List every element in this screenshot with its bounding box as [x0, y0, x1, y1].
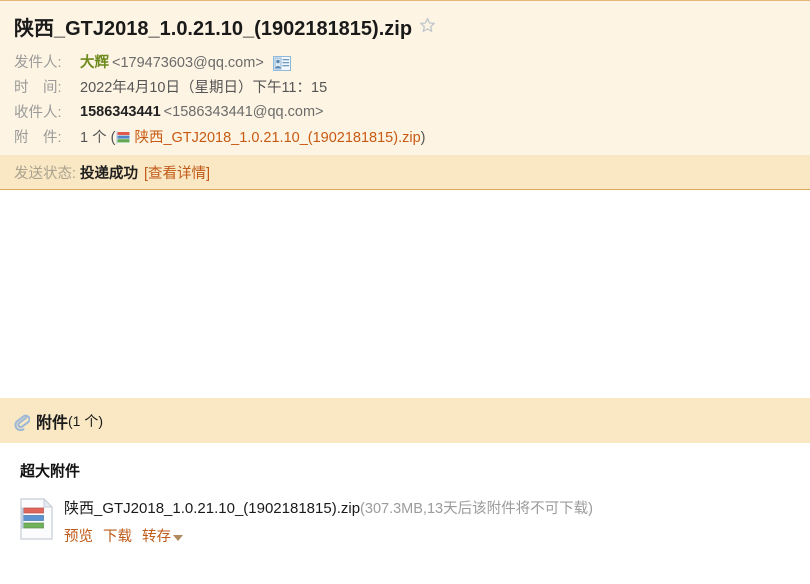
zip-stripes-icon: [116, 131, 132, 144]
save-to-cloud-button[interactable]: 转存: [142, 525, 171, 546]
sender-email[interactable]: <179473603@qq.com>: [112, 55, 264, 71]
time-label: 时 间:: [14, 80, 62, 96]
sender-name[interactable]: 大辉: [80, 55, 109, 71]
meta-row-to: 收件人: 1586343441 <1586343441@qq.com>: [0, 99, 810, 124]
attachment-label: 附 件:: [14, 130, 62, 146]
meta-row-time: 时 间: 2022年4月10日（星期日）下午11：15: [0, 74, 810, 99]
contact-card-icon[interactable]: [272, 56, 291, 71]
paperclip-icon: [14, 413, 31, 431]
status-badge: 投递成功: [80, 165, 139, 182]
view-details-link[interactable]: [查看详情]: [144, 162, 210, 183]
mail-header: 陕西_GTJ2018_1.0.21.10_(1902181815).zip 发件…: [0, 0, 810, 155]
page-title: 陕西_GTJ2018_1.0.21.10_(1902181815).zip: [0, 10, 810, 49]
preview-button[interactable]: 预览: [64, 525, 93, 546]
recipient-name[interactable]: 1586343441: [80, 104, 161, 120]
send-status-bar: 发送状态: 投递成功 [查看详情]: [0, 155, 810, 190]
mail-body-content: [0, 190, 810, 398]
attachments-section-header: 附件 (1 个): [0, 398, 810, 443]
status-label: 发送状态:: [14, 165, 77, 182]
download-button[interactable]: 下载: [103, 525, 132, 546]
attachment-filename-link[interactable]: 陕西_GTJ2018_1.0.21.10_(1902181815).zip: [134, 130, 420, 146]
meta-row-from: 发件人: 大辉 <179473603@qq.com>: [0, 49, 810, 74]
from-label: 发件人:: [14, 55, 62, 71]
time-value: 2022年4月10日（星期日）下午11：15: [80, 80, 328, 96]
caret-down-icon[interactable]: [173, 534, 183, 541]
open-paren: (: [110, 130, 116, 146]
list-item: 陕西_GTJ2018_1.0.21.10_(1902181815).zip(30…: [20, 497, 810, 546]
attachment-filename[interactable]: 陕西_GTJ2018_1.0.21.10_(1902181815).zip: [64, 500, 360, 517]
attachment-count: 1 个: [80, 130, 107, 146]
zip-document-icon: [20, 497, 54, 540]
to-label: 收件人:: [14, 105, 62, 121]
close-paren: ): [420, 130, 426, 146]
attachment-meta: (307.3MB,13天后该附件将不可下载): [360, 501, 593, 517]
attachment-group-title: 超大附件: [20, 463, 81, 480]
recipient-email[interactable]: <1586343441@qq.com>: [164, 104, 324, 120]
subject-text: 陕西_GTJ2018_1.0.21.10_(1902181815).zip: [14, 18, 413, 40]
attachment-actions: 预览 下载 转存: [64, 525, 593, 546]
attachment-detail: 陕西_GTJ2018_1.0.21.10_(1902181815).zip(30…: [64, 497, 593, 546]
attachments-count: (1 个): [68, 412, 104, 429]
attachments-title: 附件: [36, 414, 69, 432]
star-outline-icon[interactable]: [419, 17, 436, 38]
attachments-body: 超大附件 陕西_GTJ2018_1.0.21.10_(1902181815).z…: [0, 443, 810, 546]
meta-row-attachment: 附 件: 1 个 ( 陕西_GTJ2018_1.0.21.10_(1902181…: [0, 124, 810, 149]
attachment-filename-row: 陕西_GTJ2018_1.0.21.10_(1902181815).zip(30…: [64, 499, 593, 519]
